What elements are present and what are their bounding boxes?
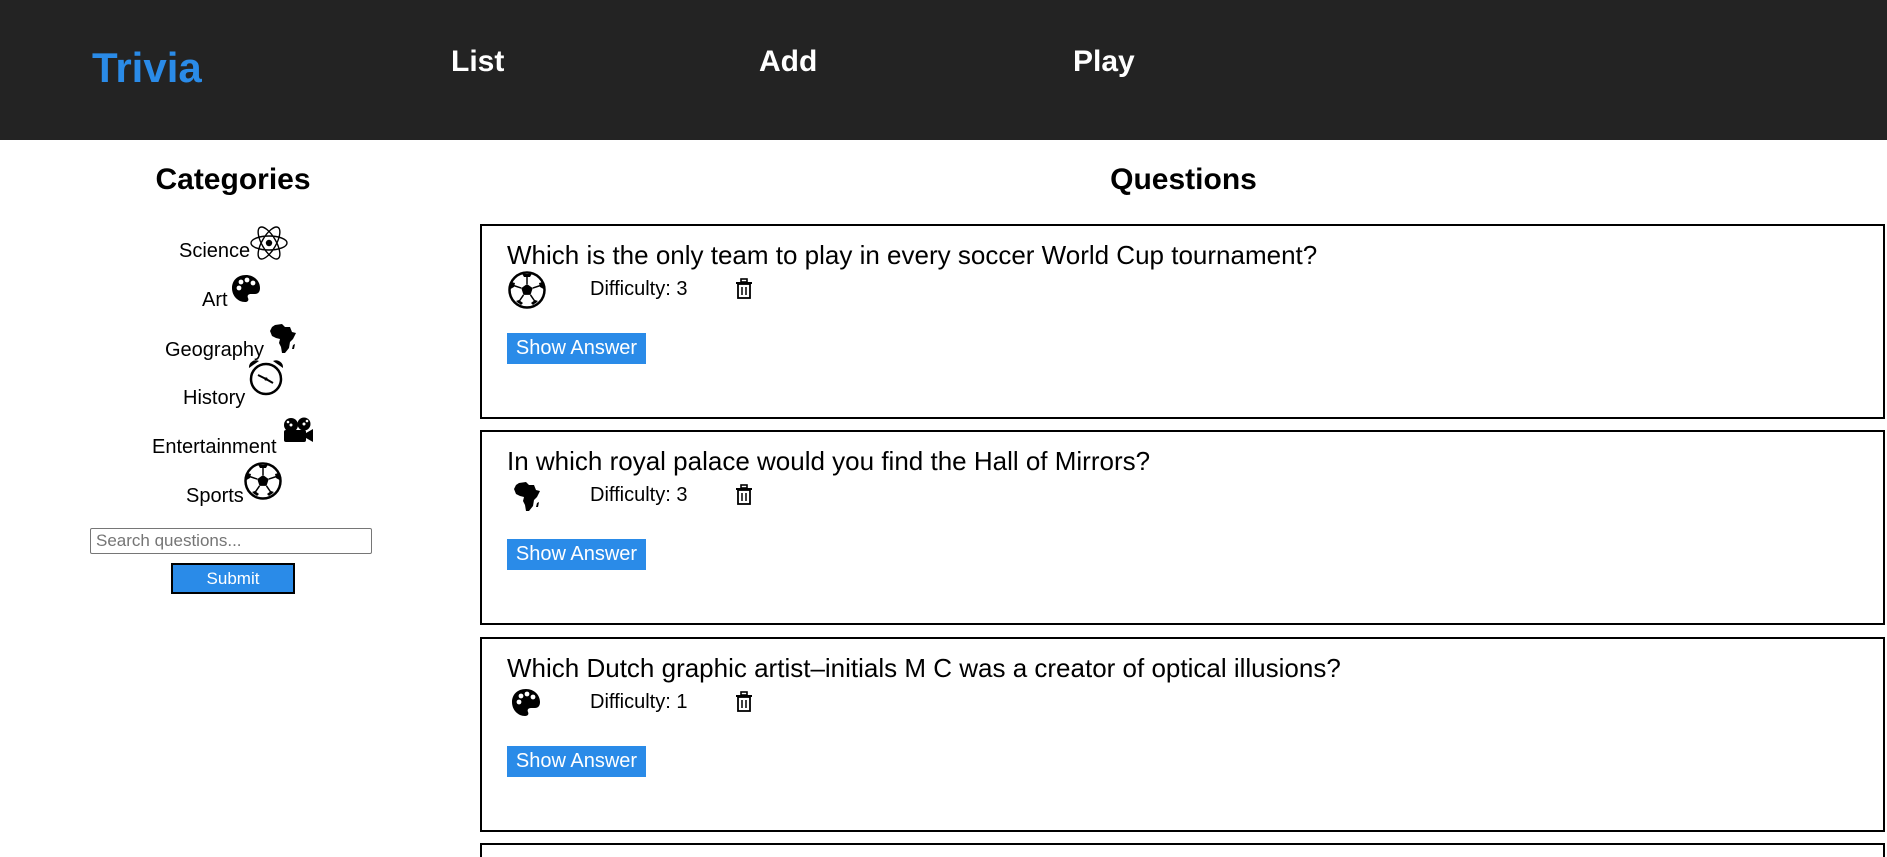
- category-sports[interactable]: Sports: [186, 462, 282, 508]
- soccer-ball-icon: [243, 461, 283, 507]
- questions-heading: Questions: [1110, 163, 1257, 196]
- search-input[interactable]: [90, 528, 372, 554]
- trash-icon[interactable]: [735, 691, 753, 713]
- trash-icon[interactable]: [735, 484, 753, 506]
- category-label: Sports: [186, 485, 244, 507]
- difficulty-label: Difficulty: 3: [590, 484, 688, 506]
- category-label: Art: [202, 289, 228, 311]
- trash-icon[interactable]: [735, 278, 753, 300]
- brand-logo-link[interactable]: Trivia: [92, 44, 202, 92]
- category-label: Science: [179, 240, 251, 262]
- category-label: Entertainment: [152, 436, 277, 458]
- category-science[interactable]: Science: [179, 226, 288, 263]
- submit-button[interactable]: Submit: [171, 563, 295, 594]
- question-card: Which Dutch graphic artist–initials M C …: [480, 637, 1885, 832]
- question-text: Which is the only team to play in every …: [507, 240, 1318, 270]
- question-text: In which royal palace would you find the…: [507, 446, 1151, 476]
- categories-heading: Categories: [155, 163, 311, 196]
- soccer-ball-icon: [507, 270, 547, 310]
- question-card: [480, 843, 1885, 857]
- nav-play-link[interactable]: Play: [1073, 45, 1135, 79]
- category-label: History: [183, 387, 246, 409]
- palette-icon: [230, 273, 262, 311]
- difficulty-label: Difficulty: 3: [590, 278, 688, 300]
- africa-map-icon: [507, 476, 547, 516]
- question-card: Which is the only team to play in every …: [480, 224, 1885, 419]
- atom-icon: [249, 223, 289, 269]
- category-history[interactable]: History: [183, 360, 284, 410]
- categories-sidebar: Categories Science Art Geography History…: [0, 140, 466, 857]
- question-text: Which Dutch graphic artist–initials M C …: [507, 653, 1341, 683]
- nav-add-link[interactable]: Add: [759, 45, 817, 79]
- show-answer-button[interactable]: Show Answer: [507, 539, 646, 570]
- nav-list-link[interactable]: List: [451, 45, 504, 79]
- show-answer-button[interactable]: Show Answer: [507, 333, 646, 364]
- alarm-clock-icon: [246, 357, 286, 403]
- category-entertainment[interactable]: Entertainment: [152, 417, 313, 459]
- difficulty-label: Difficulty: 1: [590, 691, 688, 713]
- palette-icon: [507, 683, 547, 723]
- africa-map-icon: [269, 323, 297, 361]
- film-projector-icon: [281, 416, 315, 452]
- top-navbar: Trivia List Add Play: [0, 0, 1887, 140]
- question-card: In which royal palace would you find the…: [480, 430, 1885, 625]
- category-art[interactable]: Art: [202, 275, 260, 312]
- show-answer-button[interactable]: Show Answer: [507, 746, 646, 777]
